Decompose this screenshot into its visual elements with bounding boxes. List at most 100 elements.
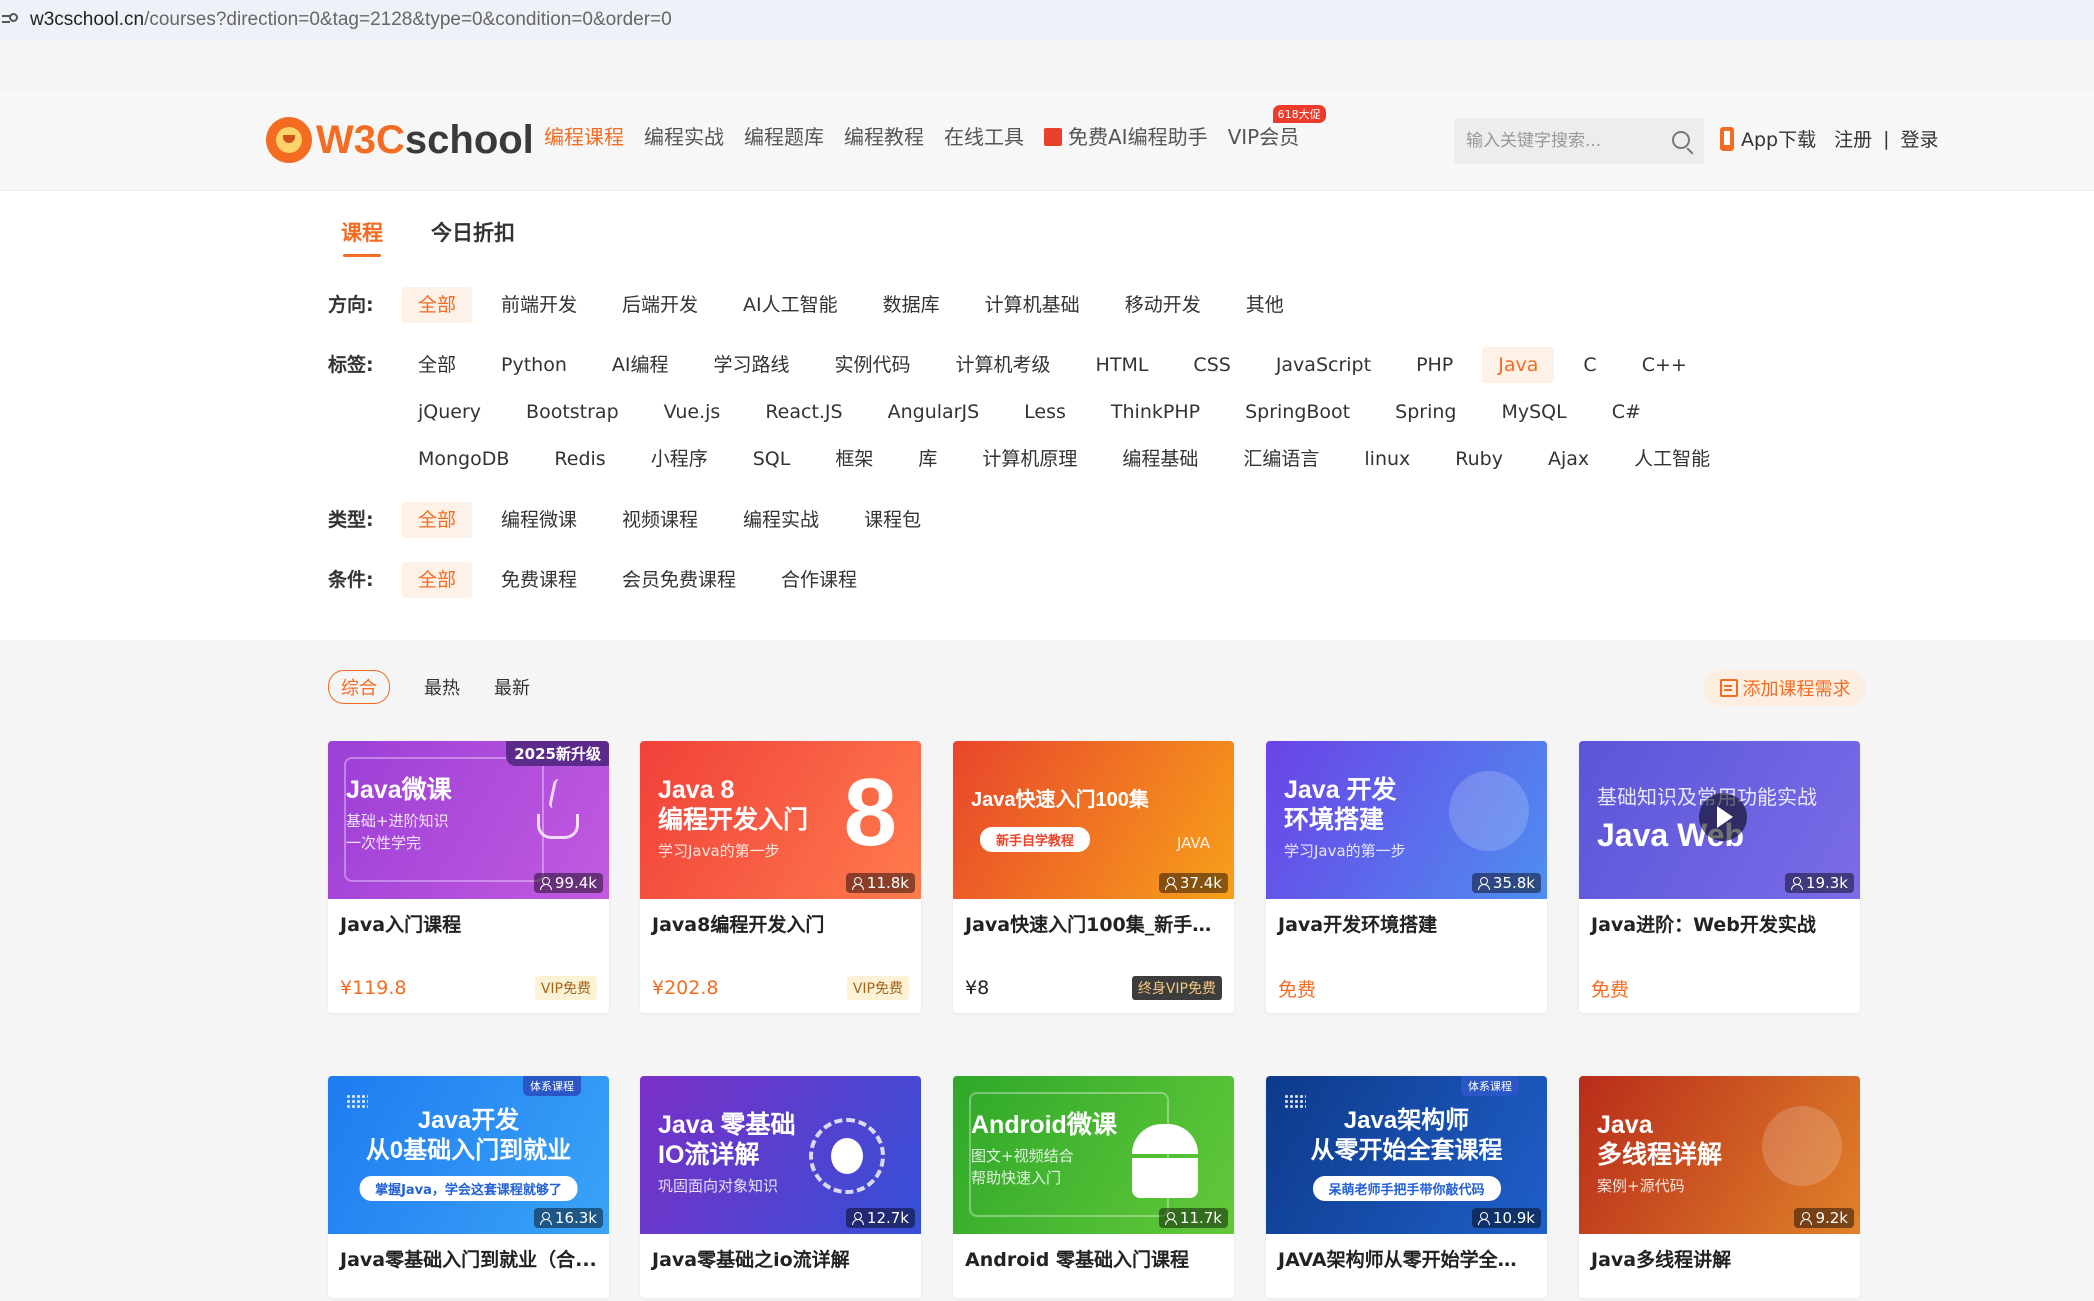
filter-option[interactable]: PHP [1400, 347, 1469, 383]
course-title[interactable]: Android 零基础入门课程 [953, 1234, 1234, 1298]
filter-option[interactable]: AngularJS [872, 394, 996, 430]
filter-option[interactable]: Vue.js [648, 394, 737, 430]
course-card[interactable]: Java 零基础 IO流详解 巩固面向对象知识 12.7k Java零基础之io流详解 [640, 1076, 921, 1298]
app-download-link[interactable]: App下载 [1741, 125, 1816, 152]
nav-ai-assistant[interactable]: 免费AI编程助手 [1044, 121, 1208, 150]
filter-option[interactable]: 编程实战 [727, 502, 835, 538]
url-text[interactable]: w3cschool.cn/courses?direction=0&tag=212… [30, 9, 672, 31]
filter-option[interactable]: Bootstrap [510, 394, 635, 430]
search-icon[interactable] [1672, 131, 1690, 149]
course-title[interactable]: JAVA架构师从零开始学全套... [1266, 1234, 1547, 1298]
tab-today-discount[interactable]: 今日折扣 [431, 217, 515, 257]
filter-option[interactable]: SpringBoot [1229, 394, 1366, 430]
filter-option[interactable]: 后端开发 [606, 287, 714, 323]
login-link[interactable]: 登录 [1901, 125, 1939, 152]
register-link[interactable]: 注册 [1834, 125, 1872, 152]
course-title[interactable]: Java进阶：Web开发实战 [1579, 899, 1860, 963]
course-card[interactable]: 体系课程 Java开发 从0基础入门到就业 掌握Java，学会这套课程就够了 16.3k… [328, 1076, 609, 1298]
filter-option[interactable]: 库 [902, 441, 953, 477]
filter-option[interactable]: 编程基础 [1106, 441, 1214, 477]
filter-option[interactable]: 全部 [402, 562, 473, 598]
filter-option[interactable]: 免费课程 [485, 562, 593, 598]
filter-option[interactable]: 前端开发 [485, 287, 593, 323]
course-card[interactable]: JAVA Java快速入门100集 新手自学教程 37.4k Java快速入门100集_… [953, 741, 1234, 1013]
sort-hottest[interactable]: 最热 [424, 674, 460, 700]
filter-option[interactable]: Less [1008, 394, 1082, 430]
filter-option[interactable]: 视频课程 [606, 502, 714, 538]
filter-option[interactable]: 框架 [819, 441, 889, 477]
filter-option[interactable]: C++ [1626, 347, 1703, 383]
filter-option[interactable]: 全部 [402, 502, 473, 538]
filter-option[interactable]: MySQL [1485, 394, 1582, 430]
filter-option[interactable]: 计算机考级 [940, 347, 1067, 383]
course-card[interactable]: 2025新升级 Java微课 基础+进阶知识 一次性学完 99.4k Java入门课程 ¥1… [328, 741, 609, 1013]
filter-option[interactable]: AI人工智能 [727, 287, 854, 323]
course-thumbnail[interactable]: Java 多线程详解 案例+源代码 9.2k [1579, 1076, 1860, 1234]
filter-option[interactable]: 移动开发 [1109, 287, 1217, 323]
search-input[interactable] [1454, 118, 1654, 164]
filter-option[interactable]: Ajax [1532, 441, 1605, 477]
filter-option[interactable]: 人工智能 [1618, 441, 1726, 477]
sort-newest[interactable]: 最新 [494, 674, 530, 700]
tab-courses[interactable]: 课程 [341, 217, 383, 257]
nav-vip[interactable]: VIP会员 618大促 [1228, 105, 1326, 150]
filter-option[interactable]: CSS [1177, 347, 1246, 383]
course-title[interactable]: Java8编程开发入门 [640, 899, 921, 963]
course-title[interactable]: Java多线程讲解 [1579, 1234, 1860, 1298]
sort-comprehensive[interactable]: 综合 [328, 670, 390, 704]
course-thumbnail[interactable]: 基础知识及常用功能实战 Java Web 19.3k [1579, 741, 1860, 899]
filter-option[interactable]: JavaScript [1260, 347, 1387, 383]
filter-option[interactable]: 数据库 [867, 287, 956, 323]
play-icon[interactable] [1699, 793, 1747, 841]
filter-option[interactable]: 其他 [1230, 287, 1300, 323]
course-card[interactable]: 8 Java 8 编程开发入门 学习Java的第一步 11.8k Java8编程开发入门 ¥… [640, 741, 921, 1013]
filter-option[interactable]: AI编程 [596, 347, 685, 383]
filter-option[interactable]: 合作课程 [765, 562, 873, 598]
filter-option[interactable]: SQL [737, 441, 807, 477]
course-card[interactable]: Java 多线程详解 案例+源代码 9.2k Java多线程讲解 [1579, 1076, 1860, 1298]
filter-option[interactable]: Redis [538, 441, 621, 477]
course-thumbnail[interactable]: 8 Java 8 编程开发入门 学习Java的第一步 11.8k [640, 741, 921, 899]
nav-practice[interactable]: 编程实战 [644, 121, 724, 150]
filter-option[interactable]: 汇编语言 [1227, 441, 1335, 477]
course-title[interactable]: Java开发环境搭建 [1266, 899, 1547, 963]
course-title[interactable]: Java零基础入门到就业（合... [328, 1234, 609, 1298]
filter-option[interactable]: Spring [1379, 394, 1472, 430]
filter-option[interactable]: 计算机原理 [966, 441, 1093, 477]
course-thumbnail[interactable]: Java 开发 环境搭建 学习Java的第一步 35.8k [1266, 741, 1547, 899]
filter-option[interactable]: MongoDB [402, 441, 525, 477]
filter-option[interactable]: C [1567, 347, 1612, 383]
filter-option[interactable]: 小程序 [635, 441, 724, 477]
course-thumbnail[interactable]: Java 零基础 IO流详解 巩固面向对象知识 12.7k [640, 1076, 921, 1234]
filter-option[interactable]: ThinkPHP [1095, 394, 1216, 430]
filter-option[interactable]: 会员免费课程 [606, 562, 752, 598]
add-course-request-button[interactable]: 添加课程需求 [1704, 670, 1866, 706]
filter-option[interactable]: HTML [1080, 347, 1165, 383]
nav-question-bank[interactable]: 编程题库 [744, 121, 824, 150]
course-thumbnail[interactable]: Android微课 图文+视频结合 帮助快速入门 11.7k [953, 1076, 1234, 1234]
course-card[interactable]: Android微课 图文+视频结合 帮助快速入门 11.7k Android 零基础入门… [953, 1076, 1234, 1298]
filter-option[interactable]: linux [1348, 441, 1426, 477]
course-title[interactable]: Java零基础之io流详解 [640, 1234, 921, 1298]
filter-option[interactable]: Ruby [1439, 441, 1519, 477]
filter-option[interactable]: Python [485, 347, 583, 383]
filter-option[interactable]: 实例代码 [819, 347, 927, 383]
filter-option[interactable]: React.JS [749, 394, 858, 430]
filter-option[interactable]: Java [1482, 347, 1555, 383]
filter-option[interactable]: 计算机基础 [969, 287, 1096, 323]
course-thumbnail[interactable]: 2025新升级 Java微课 基础+进阶知识 一次性学完 99.4k [328, 741, 609, 899]
course-title[interactable]: Java入门课程 [328, 899, 609, 963]
browser-url-bar[interactable]: w3cschool.cn/courses?direction=0&tag=212… [0, 0, 2094, 40]
course-card[interactable]: 体系课程 Java架构师 从零开始全套课程 呆萌老师手把手带你敲代码 10.9k JAVA… [1266, 1076, 1547, 1298]
filter-option[interactable]: 全部 [402, 287, 473, 323]
nav-courses[interactable]: 编程课程 [544, 121, 624, 150]
course-thumbnail[interactable]: 体系课程 Java架构师 从零开始全套课程 呆萌老师手把手带你敲代码 10.9k [1266, 1076, 1547, 1234]
nav-online-tools[interactable]: 在线工具 [944, 121, 1024, 150]
course-card[interactable]: 基础知识及常用功能实战 Java Web 19.3k Java进阶：Web开发实战 免费 [1579, 741, 1860, 1013]
course-thumbnail[interactable]: 体系课程 Java开发 从0基础入门到就业 掌握Java，学会这套课程就够了 16.3k [328, 1076, 609, 1234]
filter-option[interactable]: 编程微课 [485, 502, 593, 538]
w3cschool-logo[interactable]: W3Cschool [266, 117, 534, 163]
course-card[interactable]: Java 开发 环境搭建 学习Java的第一步 35.8k Java开发环境搭建 免费 [1266, 741, 1547, 1013]
filter-option[interactable]: 学习路线 [698, 347, 806, 383]
filter-option[interactable]: 全部 [402, 347, 472, 383]
